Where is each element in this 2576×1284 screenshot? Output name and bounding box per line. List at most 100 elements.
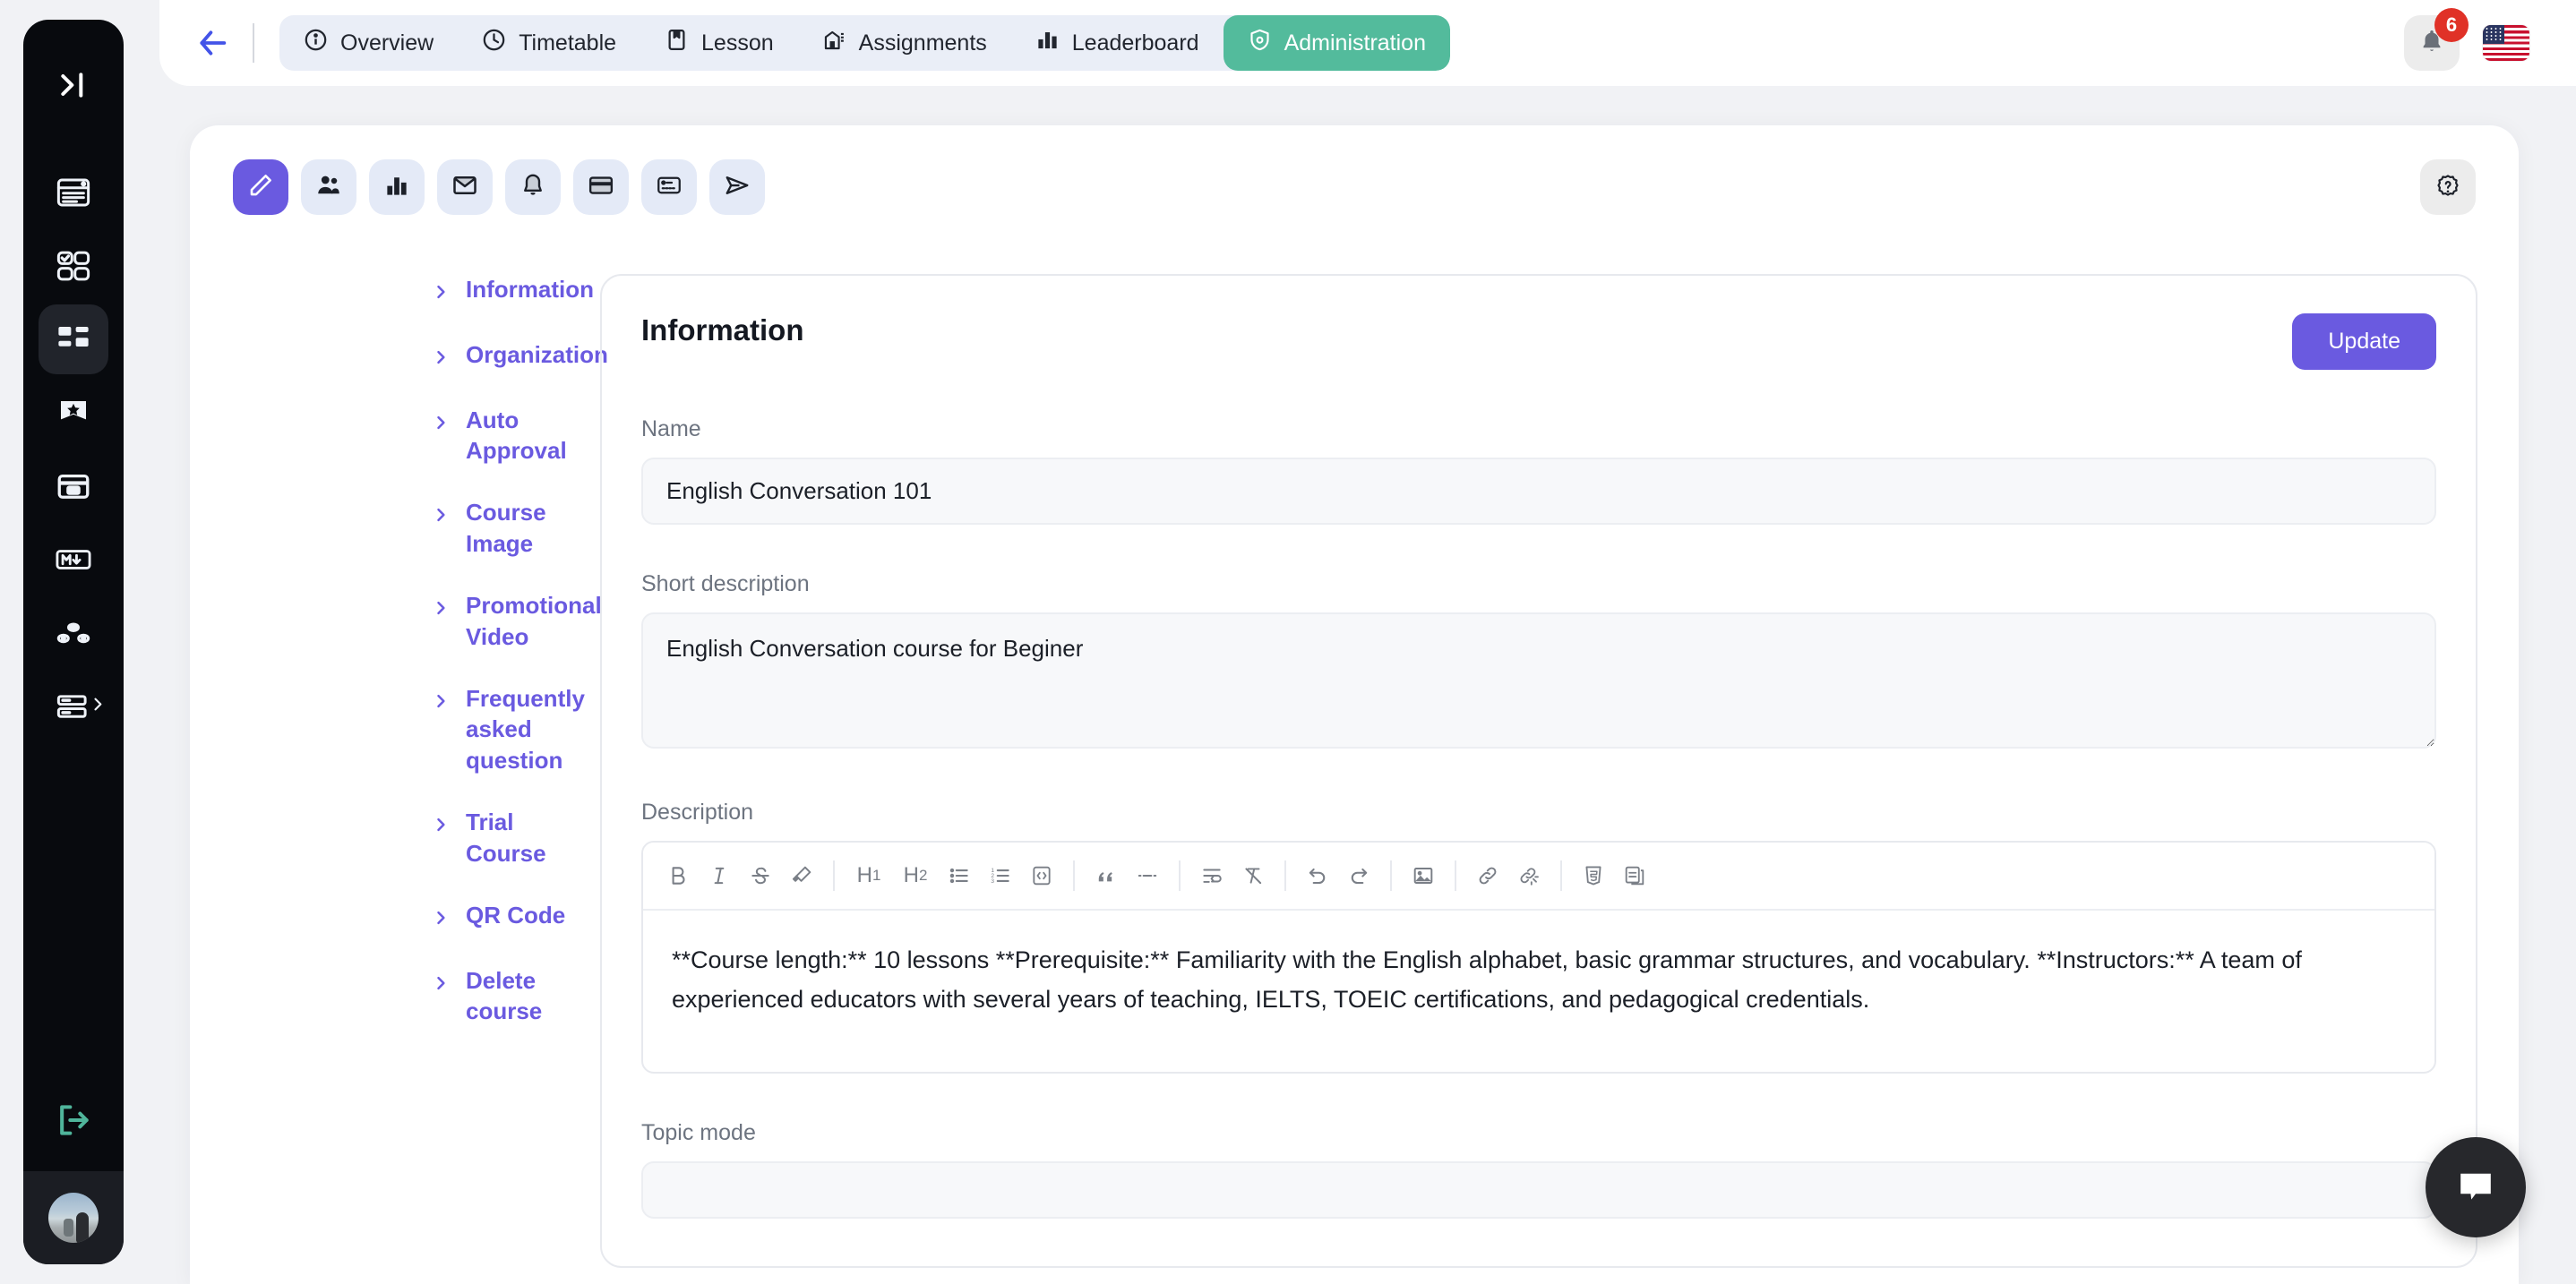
id-card-icon <box>656 172 683 203</box>
accordion-item-auto-approval[interactable]: Auto Approval <box>432 405 584 467</box>
book-icon <box>665 28 689 58</box>
tab-statistics[interactable] <box>369 159 425 215</box>
tab-send[interactable] <box>709 159 765 215</box>
update-button[interactable]: Update <box>2292 313 2436 370</box>
logout-icon[interactable] <box>39 1085 108 1155</box>
bullet-list-icon[interactable] <box>939 855 980 896</box>
content-panel: Information Organization Auto Approval C… <box>190 125 2519 1284</box>
pencil-icon <box>247 172 274 203</box>
accordion-item-promotional-video[interactable]: Promotional Video <box>432 590 602 653</box>
toolbar-separator <box>1284 860 1286 891</box>
avatar[interactable] <box>48 1193 99 1243</box>
chevron-right-icon <box>432 903 450 935</box>
sidebar-item-dashboard[interactable] <box>39 304 108 374</box>
image-icon[interactable] <box>1403 855 1444 896</box>
accordion-item-delete-course[interactable]: Delete course <box>432 965 584 1028</box>
topic-mode-select[interactable] <box>641 1161 2436 1219</box>
field-label-topic-mode: Topic mode <box>641 1120 756 1145</box>
info-circle-icon <box>304 28 328 58</box>
tab-overview[interactable]: Overview <box>279 15 458 71</box>
accordion-item-faq[interactable]: Frequently asked question <box>432 683 585 776</box>
expand-sidebar-icon[interactable] <box>47 59 99 111</box>
panel-toolbar <box>190 125 2519 215</box>
tab-leaderboard[interactable]: Leaderboard <box>1011 15 1224 71</box>
assignment-icon <box>822 28 846 58</box>
tab-lesson[interactable]: Lesson <box>640 15 798 71</box>
italic-icon[interactable] <box>699 855 740 896</box>
tab-mail[interactable] <box>437 159 493 215</box>
redo-icon[interactable] <box>1338 855 1379 896</box>
chat-bubble-icon[interactable] <box>2426 1137 2526 1237</box>
toolbar-separator <box>1455 860 1456 891</box>
blockquote-icon[interactable] <box>1086 855 1127 896</box>
accordion-label: Information <box>466 276 594 303</box>
tab-members[interactable] <box>301 159 356 215</box>
chevron-right-icon <box>432 343 450 374</box>
accordion-item-course-image[interactable]: Course Image <box>432 497 584 560</box>
accordion-item-qr-code[interactable]: QR Code <box>432 900 584 935</box>
heading-1-icon[interactable]: H1 <box>846 855 892 896</box>
sidebar-item-network[interactable] <box>39 598 108 668</box>
tab-notifications[interactable] <box>505 159 561 215</box>
sidebar-item-more[interactable] <box>39 672 108 741</box>
unlink-icon[interactable] <box>1508 855 1550 896</box>
tab-label: Timetable <box>519 30 617 56</box>
help-badge-icon[interactable] <box>2420 159 2476 215</box>
field-description: Description H1 H2 123 **Course length:**… <box>641 800 2436 1074</box>
toolbar-separator <box>1560 860 1562 891</box>
field-label-description: Description <box>641 800 754 825</box>
us-flag-icon[interactable] <box>2483 25 2529 61</box>
html5-icon[interactable] <box>1573 855 1614 896</box>
bell-icon <box>519 172 546 203</box>
sidebar-items <box>23 158 124 741</box>
svg-text:3: 3 <box>991 878 994 885</box>
chevron-right-icon <box>432 408 450 440</box>
sidebar-item-markdown[interactable] <box>39 525 108 595</box>
tab-certificate[interactable] <box>641 159 697 215</box>
avatar-container[interactable] <box>23 1171 124 1264</box>
sidebar-item-bookmarks[interactable] <box>39 378 108 448</box>
app-root: Overview Timetable Lesson Assignments Le… <box>0 0 2576 1284</box>
bold-icon[interactable] <box>657 855 699 896</box>
tab-label: Overview <box>340 30 434 56</box>
duplicate-icon[interactable] <box>1614 855 1655 896</box>
arrow-left-icon[interactable] <box>188 19 236 67</box>
short-description-input[interactable] <box>641 612 2436 749</box>
undo-icon[interactable] <box>1297 855 1338 896</box>
tab-assignments[interactable]: Assignments <box>798 15 1011 71</box>
tab-payment[interactable] <box>573 159 629 215</box>
horizontal-rule-icon[interactable] <box>1127 855 1168 896</box>
form-header: Information Update <box>641 313 2436 370</box>
tab-label: Administration <box>1284 30 1426 56</box>
accordion-item-organization[interactable]: Organization <box>432 339 608 374</box>
main-tabs: Overview Timetable Lesson Assignments Le… <box>279 15 1450 71</box>
description-editor-content[interactable]: **Course length:** 10 lessons **Prerequi… <box>643 911 2434 1072</box>
link-icon[interactable] <box>1467 855 1508 896</box>
toolbar-separator <box>1073 860 1075 891</box>
hard-break-icon[interactable] <box>1191 855 1232 896</box>
accordion-label: Course Image <box>466 499 546 558</box>
rich-text-editor: H1 H2 123 **Course length:** 10 lessons … <box>641 841 2436 1074</box>
sidebar-item-feed[interactable] <box>39 158 108 227</box>
sidebar-item-tasks[interactable] <box>39 231 108 301</box>
tab-timetable[interactable]: Timetable <box>458 15 640 71</box>
notification-button[interactable]: 6 <box>2404 8 2469 71</box>
name-input[interactable] <box>641 458 2436 525</box>
accordion-item-information[interactable]: Information <box>432 274 594 309</box>
highlight-pen-icon[interactable] <box>781 855 822 896</box>
ordered-list-icon[interactable]: 123 <box>980 855 1021 896</box>
sidebar-item-calendar[interactable] <box>39 451 108 521</box>
clear-format-icon[interactable] <box>1232 855 1274 896</box>
tab-administration[interactable]: Administration <box>1223 15 1450 71</box>
toolbar-divider <box>253 23 254 63</box>
heading-2-icon[interactable]: H2 <box>892 855 939 896</box>
tab-edit[interactable] <box>233 159 288 215</box>
code-block-icon[interactable] <box>1021 855 1062 896</box>
accordion-label: Promotional Video <box>466 591 602 650</box>
accordion-item-trial-course[interactable]: Trial Course <box>432 807 584 869</box>
notification-badge: 6 <box>2434 8 2469 42</box>
strikethrough-icon[interactable] <box>740 855 781 896</box>
bar-chart-icon <box>1035 28 1060 58</box>
toolbar-separator <box>833 860 835 891</box>
chevron-right-icon <box>89 696 107 718</box>
